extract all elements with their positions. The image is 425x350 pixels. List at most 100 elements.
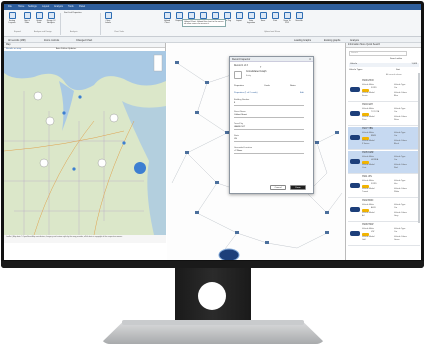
field-label: Vehicle Colour (394, 188, 407, 190)
vehicle-card[interactable]: XS04 3AH Vehicle Make Vehicle Model Prius TO… (348, 103, 420, 126)
menu-tab-home[interactable]: Home (18, 5, 24, 8)
search-within-toggle[interactable]: Search within (390, 58, 402, 60)
search-input[interactable]: Search (349, 51, 407, 56)
vehicle-make: FORD (371, 183, 377, 185)
ribbon-button-save-pdf[interactable]: Save To PDF (282, 12, 292, 27)
map-cluster[interactable] (45, 116, 55, 126)
ribbon-button-range-analysis[interactable]: Range Of Analysis (46, 12, 56, 27)
records-filter-label[interactable]: All records (188) (8, 39, 26, 42)
close-icon[interactable]: ✕ (309, 58, 311, 61)
ribbon-button-sorting-layouts[interactable]: Sorting Layouts (7, 12, 17, 27)
selected-vehicle-node[interactable] (218, 248, 240, 260)
ribbon-button-upload-chart[interactable]: Upload Chart (162, 12, 172, 27)
ribbon-button-group-data[interactable]: Group Data (34, 12, 44, 27)
graph-node[interactable] (325, 211, 329, 214)
graph-node[interactable] (235, 231, 239, 234)
save-as-icon (295, 12, 303, 19)
map-marker[interactable] (72, 167, 76, 171)
vehicle-card[interactable]: XS11 JPL Vehicle Make Vehicle Model Transit… (348, 175, 420, 198)
existing-graphs-label[interactable]: Existing graphs (324, 39, 340, 42)
print-icon (271, 12, 279, 19)
ribbon-button-data-ingestion[interactable]: Data Ingestion (246, 12, 256, 27)
map-marker[interactable] (62, 111, 66, 115)
field-label: Vehicle Model (362, 212, 375, 214)
field-label: Street Name (234, 111, 246, 113)
town-city-field[interactable]: LANSFOOT (234, 126, 304, 130)
map-cluster[interactable] (39, 158, 49, 168)
graph-node[interactable] (325, 231, 329, 234)
ribbon-button-sort-filter[interactable]: Sort & Filter (22, 12, 32, 27)
vehicle-type: Car (394, 207, 398, 209)
map-zoom-control[interactable] (153, 54, 163, 72)
graph-node[interactable] (265, 241, 269, 244)
ribbon-group-label: Analysis (70, 31, 78, 33)
map-cluster[interactable] (33, 91, 43, 101)
tab-properties[interactable]: Properties (234, 85, 244, 87)
field-label: Town/City (234, 123, 244, 125)
edit-link[interactable]: Edit (300, 92, 304, 94)
tab-cards[interactable]: Cards (264, 85, 270, 87)
field-label: State (234, 135, 239, 137)
graph-node[interactable] (315, 141, 319, 144)
zoom-controls[interactable]: Zoom controls (44, 39, 59, 42)
graph-node[interactable] (335, 131, 339, 134)
graph-node[interactable] (195, 211, 199, 214)
sort-dropdown[interactable]: Sort (396, 69, 400, 71)
records-shown-label: All records shown (386, 74, 402, 76)
street-name-field[interactable]: Culbert Street (234, 114, 304, 118)
map-attribution: Leaflet | Map data © OpenStreetMap contr… (4, 235, 166, 243)
tab-notes[interactable]: Notes (290, 85, 296, 87)
auto-follow-toggle[interactable]: Auto Follow Updates (56, 48, 76, 50)
graph-node[interactable] (215, 181, 219, 184)
menu-tab-layout[interactable]: Layout (42, 5, 49, 8)
vehicle-make: BMW (371, 135, 376, 137)
map-results-tab[interactable]: Results on map (6, 48, 21, 50)
map-marker[interactable] (122, 141, 126, 145)
graph-node[interactable] (185, 151, 189, 154)
state-field[interactable]: GV (234, 138, 304, 142)
map-selected-cluster[interactable] (134, 162, 146, 174)
vehicle-model: Golf (362, 239, 366, 241)
vehicle-card[interactable]: XS00 ZXIO Vehicle Make Vehicle Model Fiesta… (348, 79, 420, 102)
vehicle-card[interactable]: XS09 TRW Vehicle Make Vehicle Model Golf VW V… (348, 223, 420, 246)
menu-tab-tools[interactable]: Tools (68, 5, 74, 8)
map-view[interactable] (4, 51, 166, 235)
scrollbar[interactable] (418, 73, 420, 223)
vehicle-card[interactable]: XS07 YBN Vehicle Make Vehicle Model 3 Serie… (348, 127, 420, 150)
vehicle-types-filter[interactable]: Vehicle Types (349, 69, 362, 71)
menu-tab-settings[interactable]: Settings (28, 5, 37, 8)
ribbon-button-save-as[interactable]: Save As (294, 12, 304, 27)
ribbon-button-save[interactable]: Save (258, 12, 268, 27)
vehicle-card[interactable]: XS02 BNO Vehicle Make Vehicle Model A4 AUDI V… (348, 199, 420, 222)
ribbon-button-import[interactable]: Import (234, 12, 244, 27)
vehicle-model: Civic (362, 167, 367, 169)
map-marker[interactable] (78, 95, 82, 99)
ribbon-separator (100, 13, 101, 35)
ribbon-button-print[interactable]: Print (270, 12, 280, 27)
vehicle-card[interactable]: XS05 KMR Vehicle Make Vehicle Model Civic HO… (348, 151, 420, 174)
graph-node[interactable] (195, 111, 199, 114)
map-cluster[interactable] (109, 113, 119, 123)
graph-node[interactable] (175, 61, 179, 64)
cancel-button[interactable]: Cancel (270, 185, 286, 190)
analysis-label[interactable]: Analysis (350, 39, 359, 42)
menu-tab-file[interactable]: File (8, 5, 12, 8)
field-label: Vehicle Type (394, 84, 406, 86)
ribbon-group-label: Analyze and Design (34, 31, 52, 33)
map-cluster[interactable] (97, 158, 107, 168)
building-number-field[interactable]: 8 (234, 102, 304, 106)
menu-tab-analysis[interactable]: Analysis (54, 5, 63, 8)
menu-tab-panel[interactable]: Panel (79, 5, 85, 8)
chevron-right-icon[interactable]: › (260, 64, 261, 69)
ribbon-button-clear-labels[interactable]: Clear Labels (103, 12, 113, 27)
upload-icon (163, 12, 171, 19)
field-label: Vehicle Model (362, 116, 375, 118)
map-panel-title: Map (6, 44, 11, 46)
geocoded-location-field[interactable]: +2 Rows (234, 150, 304, 154)
done-button[interactable]: Done (290, 185, 306, 190)
layout-icon (8, 12, 16, 19)
field-label: Vehicle Type (394, 132, 406, 134)
record-navigator[interactable]: Record 1 of 3 (234, 65, 248, 67)
graph-node[interactable] (205, 81, 209, 84)
ribbon-button-sort-link-properties[interactable]: Sort Link Properties (64, 12, 88, 27)
